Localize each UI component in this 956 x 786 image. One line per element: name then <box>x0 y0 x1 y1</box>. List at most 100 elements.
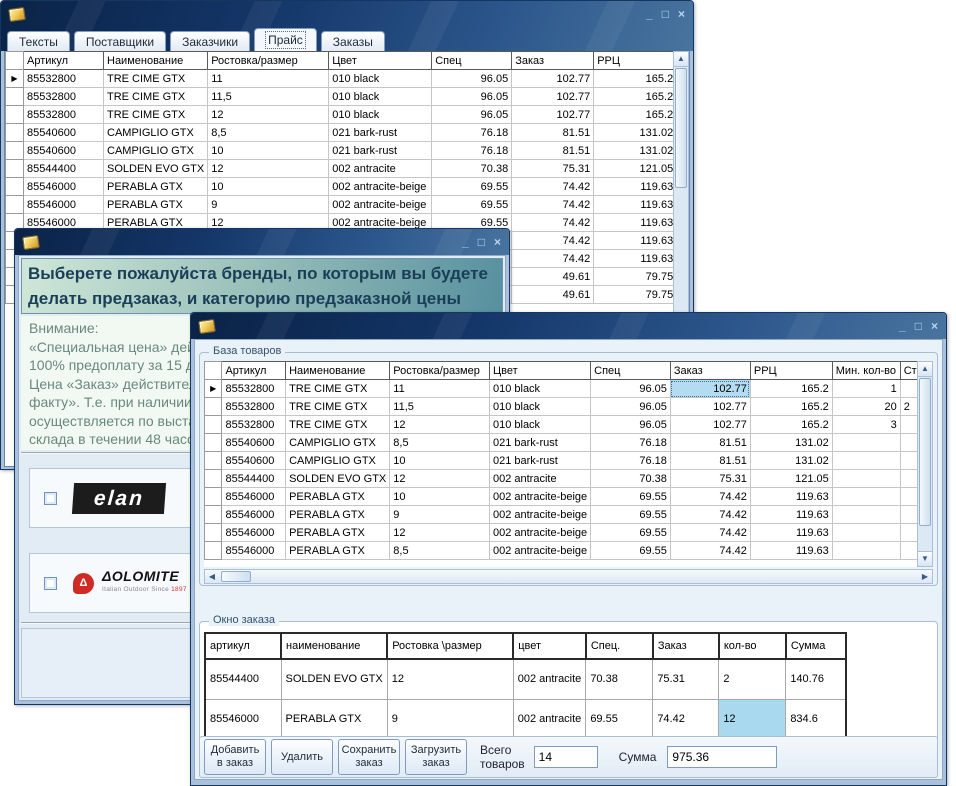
table-cell[interactable]: SOLDEN EVO GTX <box>286 470 390 488</box>
table-cell[interactable]: CAMPIGLIO GTX <box>104 124 208 142</box>
table-cell[interactable]: 021 bark-rust <box>489 434 590 452</box>
table-cell[interactable]: 021 bark-rust <box>329 142 432 160</box>
table-cell[interactable]: 76.18 <box>432 124 512 142</box>
table-cell[interactable]: 85532800 <box>222 416 286 434</box>
scroll-thumb[interactable] <box>919 378 931 526</box>
table-cell[interactable]: 102.77 <box>512 70 594 88</box>
table-cell[interactable]: 119.63 <box>594 214 677 232</box>
table-cell[interactable]: 131.02 <box>750 434 832 452</box>
minimize-button[interactable]: _ <box>646 8 653 20</box>
scroll-thumb[interactable] <box>675 68 687 188</box>
table-cell[interactable]: 49.61 <box>512 268 594 286</box>
scroll-thumb[interactable] <box>221 571 251 582</box>
table-cell[interactable]: 12 <box>208 106 329 124</box>
table-cell[interactable]: TRE CIME GTX <box>104 70 208 88</box>
table-cell[interactable]: CAMPIGLIO GTX <box>104 142 208 160</box>
table-cell[interactable]: 85546000 <box>24 196 104 214</box>
table-cell[interactable]: 021 bark-rust <box>489 452 590 470</box>
table-cell[interactable]: 119.63 <box>594 250 677 268</box>
table-cell[interactable]: 11,5 <box>208 88 329 106</box>
table-cell[interactable] <box>832 452 900 470</box>
scroll-down-icon[interactable]: ▼ <box>918 551 932 566</box>
table-cell[interactable]: 10 <box>208 142 329 160</box>
dolomite-checkbox[interactable] <box>44 577 57 590</box>
table-cell[interactable]: 002 antracite-beige <box>489 488 590 506</box>
table-cell[interactable]: 20 <box>832 398 900 416</box>
table-cell[interactable]: 69.55 <box>591 506 671 524</box>
maximize-button[interactable]: □ <box>478 236 485 248</box>
table-cell[interactable]: PERABLA GTX <box>286 542 390 560</box>
table-cell[interactable]: 76.18 <box>591 452 671 470</box>
table-cell[interactable]: TRE CIME GTX <box>286 416 390 434</box>
table-cell[interactable]: 96.05 <box>591 398 671 416</box>
table-cell[interactable]: SOLDEN EVO GTX <box>104 160 208 178</box>
table-cell[interactable]: 74.42 <box>670 488 750 506</box>
minimize-button[interactable]: _ <box>899 320 906 332</box>
table-cell[interactable]: PERABLA GTX <box>281 699 387 739</box>
table-cell[interactable]: 85546000 <box>24 178 104 196</box>
table-cell[interactable]: 75.31 <box>512 160 594 178</box>
table-cell[interactable]: 3 <box>832 416 900 434</box>
table-cell[interactable]: 96.05 <box>591 380 671 398</box>
close-button[interactable]: × <box>494 236 501 248</box>
table-cell[interactable]: 9 <box>387 699 513 739</box>
table-cell[interactable]: 85532800 <box>24 88 104 106</box>
delete-button[interactable]: Удалить <box>271 739 333 775</box>
table-cell[interactable]: 70.38 <box>591 470 671 488</box>
table-cell[interactable]: 69.55 <box>432 196 512 214</box>
table-cell[interactable]: 79.75 <box>594 286 677 304</box>
maximize-button[interactable]: □ <box>662 8 669 20</box>
table-cell[interactable] <box>832 542 900 560</box>
table-cell[interactable]: 165.2 <box>594 70 677 88</box>
table-cell[interactable]: 002 antracite-beige <box>489 506 590 524</box>
table-cell[interactable]: 102.77 <box>670 398 750 416</box>
add-to-order-button[interactable]: Добавить в заказ <box>204 739 266 775</box>
table-cell[interactable]: 010 black <box>489 380 590 398</box>
table-cell[interactable]: 834.6 <box>786 699 846 739</box>
table-cell[interactable]: 74.42 <box>670 542 750 560</box>
table-cell[interactable]: 010 black <box>329 88 432 106</box>
table-cell[interactable]: 85546000 <box>222 506 286 524</box>
scroll-left-icon[interactable]: ◀ <box>205 570 219 584</box>
table-cell[interactable]: 102.77 <box>670 416 750 434</box>
products-grid-vscrollbar[interactable]: ▲ ▼ <box>917 361 933 567</box>
table-cell[interactable]: 11 <box>390 380 490 398</box>
price-window-titlebar[interactable]: _ □ × <box>1 1 693 27</box>
sum-input[interactable] <box>667 746 777 768</box>
table-cell[interactable]: 74.42 <box>512 214 594 232</box>
table-cell[interactable]: 002 antracite <box>489 470 590 488</box>
table-cell[interactable]: 76.18 <box>591 434 671 452</box>
table-cell[interactable]: 102.77 <box>512 88 594 106</box>
table-cell[interactable]: 102.77 <box>512 106 594 124</box>
table-cell[interactable]: 12 <box>208 160 329 178</box>
scroll-right-icon[interactable]: ▶ <box>918 570 932 584</box>
table-cell[interactable]: TRE CIME GTX <box>104 106 208 124</box>
table-cell[interactable]: 131.02 <box>750 452 832 470</box>
table-cell[interactable]: 70.38 <box>586 659 653 699</box>
table-cell[interactable]: 69.55 <box>586 699 653 739</box>
tab-zakazy[interactable]: Заказы <box>321 31 385 51</box>
elan-checkbox[interactable] <box>44 492 57 505</box>
close-button[interactable]: × <box>931 320 938 332</box>
table-cell[interactable]: TRE CIME GTX <box>104 88 208 106</box>
tab-prays[interactable]: Прайс <box>254 28 317 51</box>
table-cell[interactable]: 119.63 <box>594 196 677 214</box>
table-cell[interactable]: 85532800 <box>222 398 286 416</box>
table-cell[interactable]: 96.05 <box>432 106 512 124</box>
table-cell[interactable]: 74.42 <box>670 506 750 524</box>
table-cell[interactable]: 85546000 <box>205 699 281 739</box>
table-cell[interactable]: 10 <box>208 178 329 196</box>
table-cell[interactable]: 49.61 <box>512 286 594 304</box>
scroll-up-icon[interactable]: ▲ <box>918 362 932 377</box>
table-cell[interactable]: 140.76 <box>786 659 846 699</box>
table-cell[interactable]: 002 antracite-beige <box>489 542 590 560</box>
table-cell[interactable]: 12 <box>387 659 513 699</box>
table-cell[interactable]: 96.05 <box>432 88 512 106</box>
table-cell[interactable]: 2 <box>719 659 786 699</box>
table-cell[interactable]: PERABLA GTX <box>286 506 390 524</box>
load-order-button[interactable]: Загрузить заказ <box>405 739 467 775</box>
table-cell[interactable]: 70.38 <box>432 160 512 178</box>
table-cell[interactable]: 69.55 <box>591 488 671 506</box>
minimize-button[interactable]: _ <box>462 236 469 248</box>
table-cell[interactable]: 1 <box>832 380 900 398</box>
